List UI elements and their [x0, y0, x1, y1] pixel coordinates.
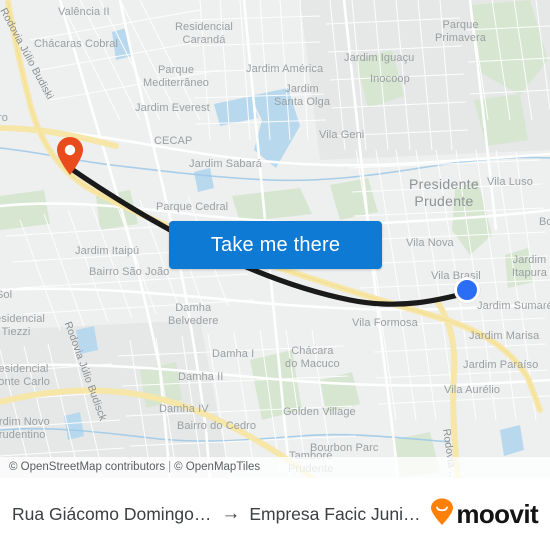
- take-me-there-button[interactable]: Take me there: [169, 221, 382, 269]
- route-footer: Rua Giácomo Domingos ... → Empresa Facic…: [0, 478, 550, 550]
- moovit-logo[interactable]: moovit: [429, 498, 539, 531]
- attribution-separator: |: [168, 461, 172, 473]
- map-canvas[interactable]: Valência II Chácaras Cobral Residencial Car…: [0, 0, 550, 478]
- footer-origin-label[interactable]: Rua Giácomo Domingos ...: [12, 504, 214, 525]
- moovit-route-preview: Valência II Chácaras Cobral Residencial Car…: [0, 0, 550, 550]
- destination-dot[interactable]: [454, 277, 480, 303]
- footer-destination-label[interactable]: Empresa Facic Junior ...: [249, 504, 429, 525]
- moovit-wordmark: moovit: [456, 498, 538, 529]
- arrow-icon: →: [221, 503, 241, 524]
- origin-pin[interactable]: [55, 136, 85, 176]
- attribution-osm[interactable]: © OpenStreetMap contributors: [9, 461, 165, 473]
- attribution-openmaptiles[interactable]: © OpenMapTiles: [174, 461, 260, 473]
- map-attribution: © OpenStreetMap contributors | © OpenMapTi…: [0, 457, 550, 478]
- moovit-pin-icon: [429, 498, 455, 531]
